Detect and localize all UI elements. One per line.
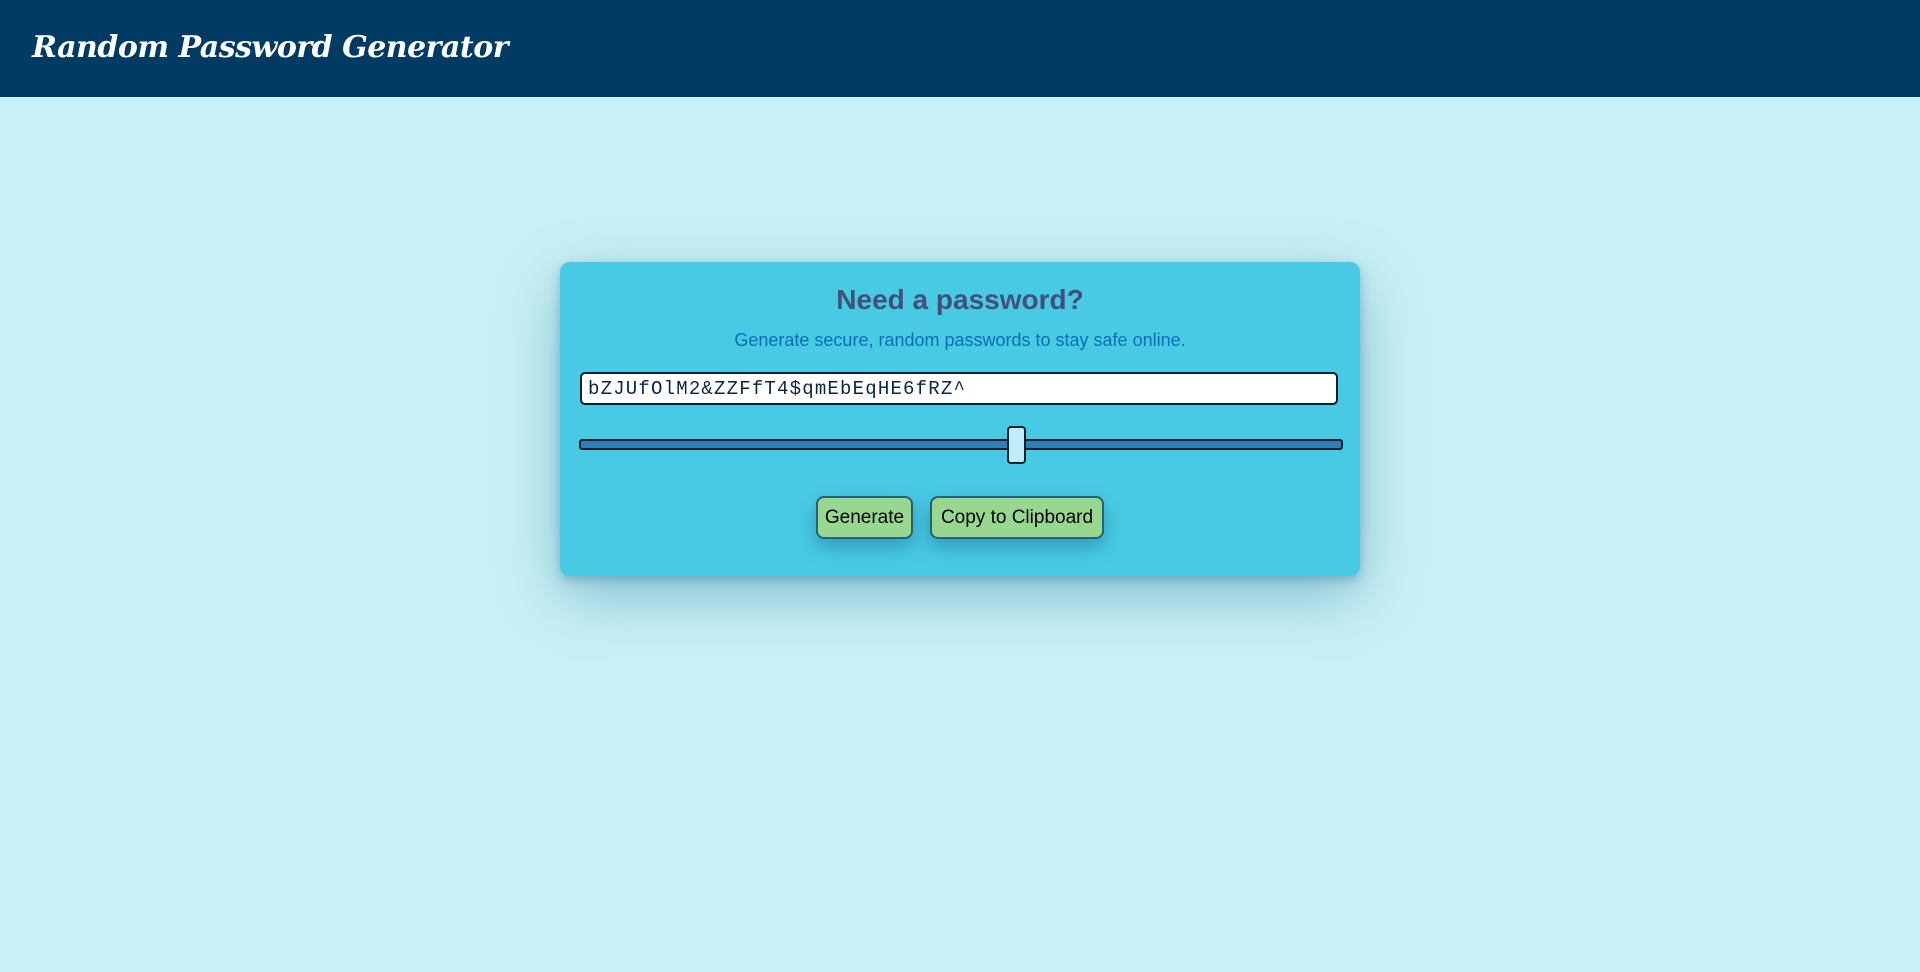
password-card: Need a password? Generate Copy to Clipbo… [560,262,1360,576]
copy-to-clipboard-button[interactable]: Copy to Clipboard [930,496,1104,539]
card-title: Need a password? [836,284,1084,315]
length-slider-track[interactable] [579,439,1343,450]
app-title: Random Password Generator [32,30,509,65]
password-output-field[interactable] [580,372,1338,405]
length-slider-thumb[interactable] [1007,426,1027,464]
app-header: Random Password Generator [0,0,1920,97]
card-subtitle: Generate secure, random passwords to sta… [734,330,1186,350]
generate-button[interactable]: Generate [816,496,913,539]
